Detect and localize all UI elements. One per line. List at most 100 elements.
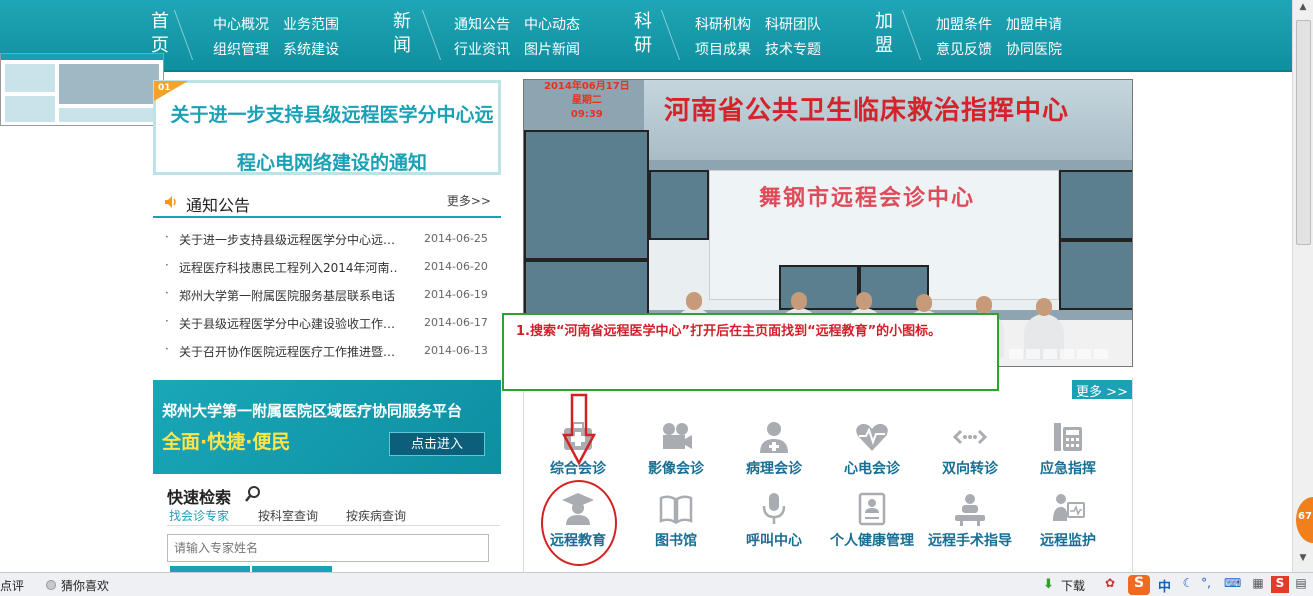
service-label: 远程手术指导 <box>928 533 1012 549</box>
keyboard-icon[interactable]: ⌨ <box>1224 576 1241 592</box>
speaker-icon <box>165 196 176 208</box>
main-screen-text: 舞钢市远程会诊中心 <box>759 186 976 211</box>
notice-item[interactable]: · 关于召开协作医院远程医疗工作推进暨… 2014-06-13 <box>165 341 501 361</box>
tab-find-expert[interactable]: 找会诊专家 <box>169 507 229 524</box>
video-screen <box>1059 240 1132 310</box>
service-label: 影像会诊 <box>648 461 704 477</box>
nav-link-feedback[interactable]: 意见反馈 <box>936 39 992 59</box>
nav-head-news[interactable]: 新闻 <box>392 10 412 58</box>
notice-item-text[interactable]: 关于召开协作医院远程医疗工作推进暨… <box>179 343 397 360</box>
thumbnail-bar <box>1 54 163 60</box>
service-two-way-referral[interactable]: 双向转诊 <box>920 419 1020 478</box>
notice-item[interactable]: · 关于县级远程医学分中心建设验收工作… 2014-06-17 <box>165 313 501 333</box>
scroll-down-icon[interactable]: ▼ <box>1295 553 1311 569</box>
tab-by-disease[interactable]: 按疾病查询 <box>346 507 406 524</box>
nav-link-notices[interactable]: 通知公告 <box>454 14 510 34</box>
headline-news[interactable]: 01 关于进一步支持县级远程医学分中心远程心电网络建设的通知 <box>153 80 501 175</box>
notice-item[interactable]: · 关于进一步支持县级远程医学分中心远… 2014-06-25 <box>165 229 501 249</box>
nav-link-overview[interactable]: 中心概况 <box>213 14 269 34</box>
nav-link-partner-hospitals[interactable]: 协同医院 <box>1006 39 1062 59</box>
video-wall: 舞钢市远程会诊中心 <box>649 170 1132 310</box>
gear-tray-icon[interactable]: ✿ <box>1102 576 1118 592</box>
person-head <box>856 292 872 310</box>
services-more-button[interactable]: 更多 >> <box>1072 380 1132 400</box>
nav-link-results[interactable]: 项目成果 <box>695 39 751 59</box>
service-library[interactable]: 图书馆 <box>626 491 726 550</box>
status-comment[interactable]: 点评 <box>0 577 24 594</box>
sogou-ime-icon[interactable]: S <box>1128 575 1150 595</box>
scrollbar-thumb[interactable] <box>1296 20 1311 245</box>
thumbnail-block <box>5 64 55 92</box>
video-screen <box>524 260 649 320</box>
nav-link-institutions[interactable]: 科研机构 <box>695 14 751 34</box>
nav-head-join[interactable]: 加盟 <box>874 10 894 58</box>
tab-by-department[interactable]: 按科室查询 <box>258 507 318 524</box>
nav-link-topics[interactable]: 技术专题 <box>765 39 821 59</box>
notice-more-link[interactable]: 更多>> <box>447 192 491 209</box>
instruction-callout: 1.搜索“河南省远程医学中心”打开后在主页面找到“远程教育”的小图标。 <box>502 313 999 391</box>
service-emergency-command[interactable]: 应急指挥 <box>1018 419 1118 478</box>
expert-name-input[interactable] <box>167 534 489 562</box>
heartbeat-icon <box>856 423 888 451</box>
app-s-icon[interactable]: S <box>1271 576 1289 593</box>
video-screen <box>1059 170 1132 240</box>
service-label: 病理会诊 <box>746 461 802 477</box>
notice-item-text[interactable]: 郑州大学第一附属医院服务基层联系电话 <box>179 287 397 304</box>
nav-link-industry[interactable]: 行业资讯 <box>454 39 510 59</box>
nav-link-center-news[interactable]: 中心动态 <box>524 14 580 34</box>
slider-dots[interactable] <box>1009 344 1111 363</box>
nav-separator <box>649 10 681 60</box>
notice-item-date: 2014-06-19 <box>424 288 488 301</box>
person-head <box>1036 298 1052 316</box>
notice-item[interactable]: · 郑州大学第一附属医院服务基层联系电话 2014-06-19 <box>165 285 501 305</box>
search-icon <box>245 486 260 502</box>
platform-banner[interactable]: 郑州大学第一附属医院区域医疗协同服务平台 全面·快捷·便民 点击进入 <box>153 380 501 474</box>
headline-text[interactable]: 关于进一步支持县级远程医学分中心远程心电网络建设的通知 <box>162 91 502 187</box>
service-imaging-consult[interactable]: 影像会诊 <box>626 419 726 478</box>
menu-icon[interactable]: ▤ <box>1293 576 1309 592</box>
status-bar: 点评 猜你喜欢 ⬇ 下载 ✿ S 中 ☾ °, ⌨ ▦ S ▤ <box>0 572 1313 596</box>
nav-link-scope[interactable]: 业务范围 <box>283 14 339 34</box>
nav-head-research[interactable]: 科研 <box>633 10 653 58</box>
scroll-up-icon[interactable]: ▲ <box>1295 2 1311 18</box>
nav-link-conditions[interactable]: 加盟条件 <box>936 14 992 34</box>
radio-dot-icon <box>46 580 56 590</box>
nav-link-system[interactable]: 系统建设 <box>283 39 339 59</box>
thumbnail-block <box>5 96 55 122</box>
notice-item-date: 2014-06-20 <box>424 260 488 273</box>
punctuation-icon[interactable]: °, <box>1198 576 1214 592</box>
vertical-scrollbar[interactable]: ▲ ▼ <box>1292 0 1313 572</box>
notice-item-date: 2014-06-13 <box>424 344 488 357</box>
nav-group-join: 加盟 加盟条件 加盟申请 意见反馈 协同医院 <box>874 0 1114 70</box>
service-pathology-consult[interactable]: 病理会诊 <box>724 419 824 478</box>
grid-icon[interactable]: ▦ <box>1250 576 1266 592</box>
nav-link-teams[interactable]: 科研团队 <box>765 14 821 34</box>
open-book-icon <box>659 495 693 525</box>
nav-link-apply[interactable]: 加盟申请 <box>1006 14 1062 34</box>
bullet: · <box>165 230 169 244</box>
enter-button[interactable]: 点击进入 <box>389 432 485 456</box>
doctor-icon <box>760 422 788 453</box>
notice-item-text[interactable]: 远程医疗科技惠民工程列入2014年河南… <box>179 259 397 276</box>
notice-item[interactable]: · 远程医疗科技惠民工程列入2014年河南… 2014-06-20 <box>165 257 501 277</box>
page-thumbnail[interactable] <box>0 53 164 126</box>
highlight-ring <box>541 480 617 566</box>
person-head <box>791 292 807 310</box>
nav-separator <box>890 10 922 60</box>
ime-mode[interactable]: 中 <box>1158 576 1171 595</box>
microphone-icon <box>762 493 786 524</box>
nav-link-photo-news[interactable]: 图片新闻 <box>524 39 580 59</box>
bullet: · <box>165 314 169 328</box>
moon-icon[interactable]: ☾ <box>1180 576 1196 592</box>
service-remote-surgery-guidance[interactable]: 远程手术指导 <box>920 491 1020 550</box>
service-remote-monitoring[interactable]: 远程监护 <box>1018 491 1118 550</box>
guess-you-like[interactable]: 猜你喜欢 <box>61 577 109 594</box>
notice-title: 通知公告 <box>186 196 251 215</box>
service-personal-health[interactable]: 个人健康管理 <box>822 491 922 550</box>
service-call-center[interactable]: 呼叫中心 <box>724 491 824 550</box>
download-link[interactable]: 下载 <box>1061 577 1085 594</box>
service-ecg-consult[interactable]: 心电会诊 <box>822 419 922 478</box>
notice-item-text[interactable]: 关于进一步支持县级远程医学分中心远… <box>179 231 397 248</box>
notice-item-text[interactable]: 关于县级远程医学分中心建设验收工作… <box>179 315 397 332</box>
nav-link-org[interactable]: 组织管理 <box>213 39 269 59</box>
